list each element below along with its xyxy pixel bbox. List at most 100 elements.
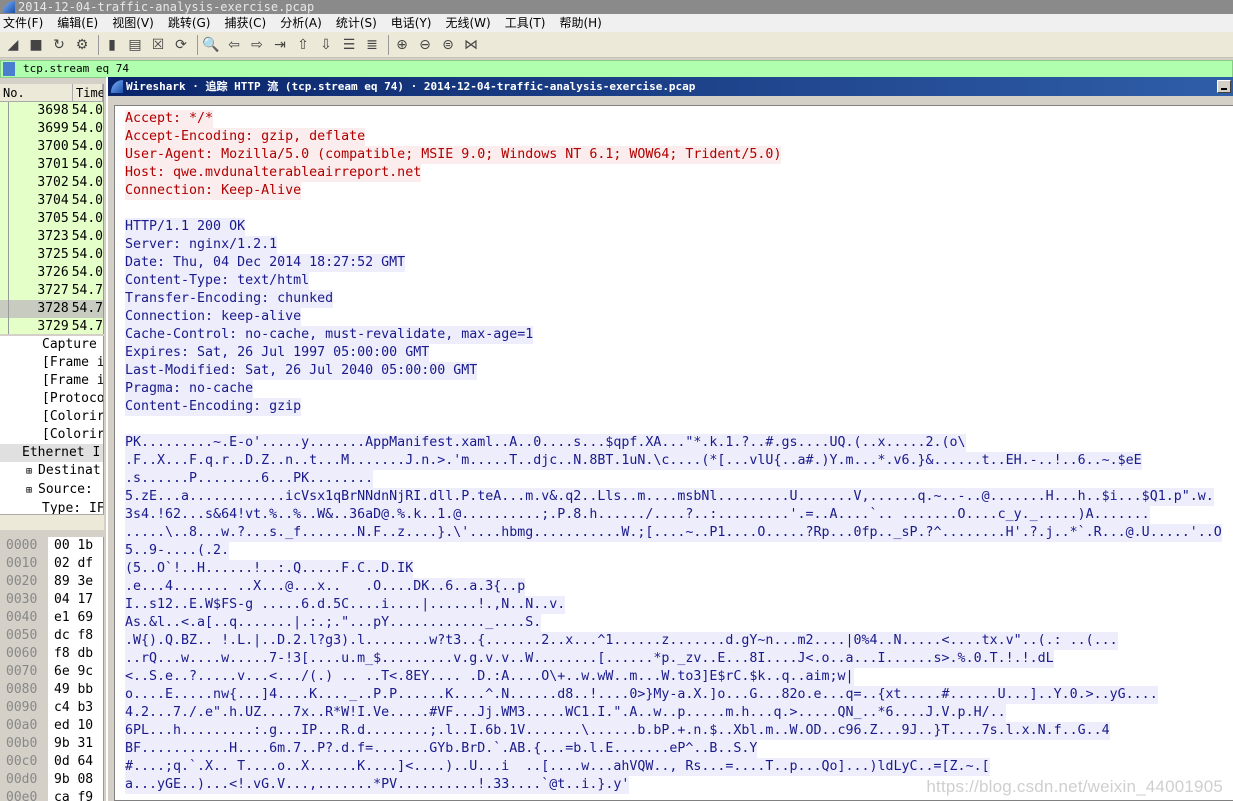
stream-text: .F..X...F.q.r..D.Z..n..t...M.......J.n.>… — [125, 452, 1142, 470]
server-response-line: Cache-Control: no-cache, must-revalidate… — [125, 326, 1233, 344]
server-response-line: #....;q.`.X.. T....o..X......K....]<....… — [125, 758, 1233, 776]
go-to-packet-icon[interactable]: ⇥ — [270, 35, 290, 55]
packet-number: 3728 — [37, 301, 69, 316]
toolbar-separator — [98, 34, 99, 55]
tree-item[interactable]: [Frame i — [0, 354, 103, 372]
server-response-line: Content-Encoding: gzip — [125, 398, 1233, 416]
resize-columns-icon[interactable]: ⋈ — [461, 35, 481, 55]
packet-list[interactable]: No. Time 3698 54.0 3699 54.0 3700 54.0 3701 54.… — [0, 84, 104, 334]
stream-text: PK.........~.E-o'.....y.......AppManifes… — [125, 434, 966, 452]
packet-row[interactable]: 3699 54.0 — [0, 120, 103, 138]
menu-item[interactable]: 跳转(G) — [165, 14, 216, 32]
tree-item[interactable]: Capture — [0, 336, 103, 354]
expand-plus-icon[interactable]: ⊞ — [26, 485, 38, 496]
back-arrow-icon[interactable]: ⇦ — [224, 35, 244, 55]
packet-row[interactable]: 3704 54.0 — [0, 192, 103, 210]
normal-size-icon[interactable]: ⊜ — [438, 35, 458, 55]
tree-item[interactable]: ⊞ Destinat — [0, 462, 103, 481]
packet-time: 54.7 — [71, 319, 103, 334]
menu-item[interactable]: 无线(W) — [443, 14, 496, 32]
stream-text: #....;q.`.X.. T....o..X......K....]<....… — [125, 758, 990, 776]
expand-plus-icon[interactable]: ⊞ — [26, 466, 38, 477]
forward-arrow-icon[interactable]: ⇨ — [247, 35, 267, 55]
menu-item[interactable]: 帮助(H) — [556, 14, 606, 32]
find-icon[interactable]: 🔍 — [201, 35, 221, 55]
tree-item[interactable]: [Colorir — [0, 408, 103, 426]
stream-content-text[interactable]: Accept: */* Accept-Encoding: gzip, deflat… — [114, 105, 1233, 801]
server-response-line: .F..X...F.q.r..D.Z..n..t...M.......J.n.>… — [125, 452, 1233, 470]
zoom-out-icon[interactable]: ⊖ — [415, 35, 435, 55]
server-response-line: (5..O`!..H......!..:.Q.....F.C..D.IK — [125, 560, 1233, 578]
hex-offset: 0030 — [0, 591, 48, 609]
packet-number: 3702 — [37, 175, 69, 190]
menu-item[interactable]: 分析(A) — [277, 14, 327, 32]
stream-text: Connection: Keep-Alive — [125, 182, 302, 200]
stream-text: ..rQ...w....w.....7-!3[....u.m_$........… — [125, 650, 1054, 668]
menu-item[interactable]: 工具(T) — [502, 14, 551, 32]
menu-item[interactable]: 文件(F) — [0, 14, 48, 32]
packet-row[interactable]: 3729 54.7 — [0, 318, 103, 334]
hex-bytes: ed 10 — [54, 718, 94, 733]
hex-offset: 00b0 — [0, 735, 48, 753]
colorize-icon[interactable]: ≣ — [362, 35, 382, 55]
tree-item[interactable]: [Frame i — [0, 372, 103, 390]
packet-row[interactable]: 3723 54.0 — [0, 228, 103, 246]
packet-row[interactable]: 3701 54.0 — [0, 156, 103, 174]
last-packet-icon[interactable]: ⇩ — [316, 35, 336, 55]
menu-item[interactable]: 电话(Y) — [388, 14, 437, 32]
tree-item[interactable]: [Colorir — [0, 426, 103, 444]
packet-row[interactable]: 3700 54.0 — [0, 138, 103, 156]
details-horizontal-scrollbar[interactable] — [0, 514, 104, 530]
tree-item[interactable]: Ethernet I — [0, 444, 103, 462]
column-time[interactable]: Time — [73, 84, 103, 101]
hex-bytes: c4 b3 — [54, 700, 94, 715]
column-no[interactable]: No. — [0, 84, 73, 101]
menu-item[interactable]: 捕获(C) — [221, 14, 271, 32]
dialog-title-bar[interactable]: Wireshark · 追踪 HTTP 流 (tcp.stream eq 74)… — [108, 77, 1233, 96]
restart-icon[interactable]: ↻ — [49, 35, 69, 55]
server-response-line: .....\..8...w.?...s._f.......N.F..z....}… — [125, 524, 1233, 542]
menu-item[interactable]: 编辑(E) — [54, 14, 103, 32]
stop-icon[interactable]: ■ — [26, 35, 46, 55]
reload-icon[interactable]: ⟳ — [171, 35, 191, 55]
stream-text: Content-Type: text/html — [125, 272, 310, 290]
first-packet-icon[interactable]: ⇧ — [293, 35, 313, 55]
packet-time: 54.0 — [71, 247, 103, 262]
shark-fin-start-icon[interactable]: ◢ — [3, 35, 23, 55]
tree-item-label: Capture — [42, 337, 97, 352]
hex-bytes: f8 db — [54, 646, 94, 661]
tree-item[interactable]: ⊞ Source: — [0, 481, 103, 500]
open-folder-icon[interactable]: ▮ — [102, 35, 122, 55]
conversation-line — [8, 282, 9, 300]
hex-bytes: 0d 64 — [54, 754, 94, 769]
hex-offset: 0040 — [0, 609, 48, 627]
stream-text: Date: Thu, 04 Dec 2014 18:27:52 GMT — [125, 254, 406, 272]
options-gear-icon[interactable]: ⚙ — [72, 35, 92, 55]
packet-row[interactable]: 3702 54.0 — [0, 174, 103, 192]
packet-row[interactable]: 3705 54.0 — [0, 210, 103, 228]
close-file-icon[interactable]: ☒ — [148, 35, 168, 55]
packet-details-tree[interactable]: Capture [Frame i [Frame i [Protoco [Colorir [… — [0, 336, 104, 516]
save-file-icon[interactable]: ▤ — [125, 35, 145, 55]
conversation-line — [8, 318, 9, 334]
zoom-in-icon[interactable]: ⊕ — [392, 35, 412, 55]
packet-row[interactable]: 3728 54.7 — [0, 300, 103, 318]
stream-text: Transfer-Encoding: chunked — [125, 290, 334, 308]
hex-row: 0020 89 3e — [0, 573, 103, 591]
stream-text: HTTP/1.1 200 OK — [125, 218, 246, 236]
stream-text: Last-Modified: Sat, 26 Jul 2040 05:00:00… — [125, 362, 478, 380]
menu-item[interactable]: 视图(V) — [109, 14, 159, 32]
packet-row[interactable]: 3726 54.0 — [0, 264, 103, 282]
minimize-button[interactable] — [1217, 80, 1231, 93]
packet-row[interactable]: 3727 54.7 — [0, 282, 103, 300]
conversation-line — [8, 174, 9, 192]
menu-item[interactable]: 统计(S) — [333, 14, 382, 32]
tree-item[interactable]: [Protoco — [0, 390, 103, 408]
packet-row[interactable]: 3725 54.0 — [0, 246, 103, 264]
packet-row[interactable]: 3698 54.0 — [0, 102, 103, 120]
display-filter-input[interactable]: tcp.stream eq 74 — [0, 60, 1233, 78]
packet-time: 54.7 — [71, 301, 103, 316]
autoscroll-icon[interactable]: ☰ — [339, 35, 359, 55]
packet-bytes-pane[interactable]: 0000 00 1b 0010 02 df 0020 89 3e 0030 04 17 0040… — [0, 537, 104, 801]
bookmark-icon[interactable] — [3, 62, 15, 76]
